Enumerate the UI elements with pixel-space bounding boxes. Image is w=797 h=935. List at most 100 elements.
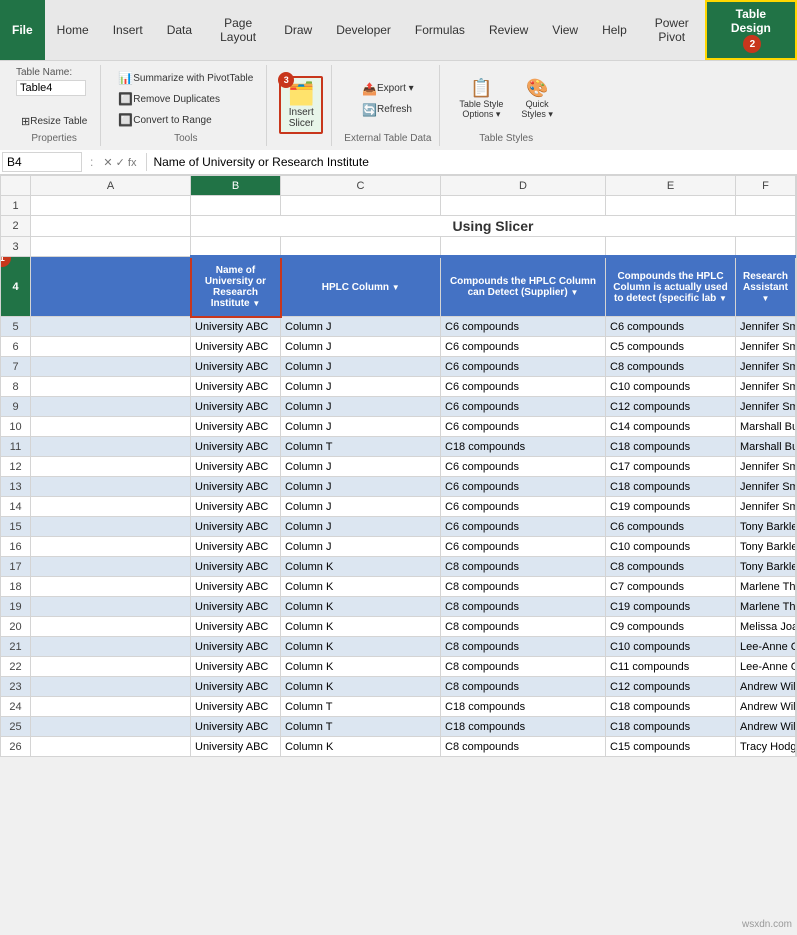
tab-insert[interactable]: Insert [101,0,155,60]
cell-c1[interactable] [281,196,441,216]
row-23[interactable]: 23 [1,677,31,697]
header-compounds-used[interactable]: Compounds the HPLC Column is actually us… [606,257,736,317]
tab-help[interactable]: Help [590,0,639,60]
cell-g3[interactable] [796,237,797,257]
cell-a1[interactable] [31,196,191,216]
cell-g1[interactable] [796,196,797,216]
table-style-options-button[interactable]: 📋 Table StyleOptions ▾ [452,74,510,124]
col-A[interactable]: A [31,176,191,196]
sheet-table: A B C D E F G 1 2 [0,175,797,757]
remove-duplicates-button[interactable]: 🔲 Remove Duplicates [113,89,258,109]
resize-table-button[interactable]: ⊞ Resize Table [16,112,92,131]
insert-slicer-button[interactable]: 🗂️ InsertSlicer 3 [279,76,323,134]
properties-label: Properties [31,133,77,144]
tab-home[interactable]: Home [45,0,101,60]
table-row: 8 University ABCColumn JC6 compoundsC10 … [1,377,797,397]
tab-power-pivot[interactable]: Power Pivot [639,0,705,60]
row-11[interactable]: 11 [1,437,31,457]
formula-bar: : ✕ ✓ fx [0,150,797,175]
table-row: 23 University ABCColumn KC8 compoundsC12… [1,677,797,697]
cell-f1[interactable] [736,196,796,216]
row-16[interactable]: 16 [1,537,31,557]
cell-e1[interactable] [606,196,736,216]
formula-input[interactable] [151,153,795,171]
cell-d3[interactable] [441,237,606,257]
summarize-pivottable-button[interactable]: 📊 Summarize with PivotTable [113,68,258,88]
table-row: 19 University ABCColumn KC8 compoundsC19… [1,597,797,617]
row-24[interactable]: 24 [1,697,31,717]
table-row: 21 University ABCColumn KC8 compoundsC10… [1,637,797,657]
table-row: 26 University ABCColumn KC8 compoundsC15… [1,737,797,757]
row-7[interactable]: 7 [1,357,31,377]
name-box[interactable] [2,152,82,172]
tab-formulas[interactable]: Formulas [403,0,477,60]
row-9[interactable]: 9 [1,397,31,417]
cell-d1[interactable] [441,196,606,216]
row-6[interactable]: 6 [1,337,31,357]
header-compounds-detect[interactable]: Compounds the HPLC Column can Detect (Su… [441,257,606,317]
row-5[interactable]: 5 [1,317,31,337]
tab-review[interactable]: Review [477,0,540,60]
table-header-row: 4 1 Name of University or Research Insti… [1,257,797,317]
row-21[interactable]: 21 [1,637,31,657]
cell-g2[interactable] [796,216,797,237]
row-25[interactable]: 25 [1,717,31,737]
cell-a3[interactable] [31,237,191,257]
cell-a2[interactable] [31,216,191,237]
table-row: 25 University ABCColumn TC18 compoundsC1… [1,717,797,737]
row-26[interactable]: 26 [1,737,31,757]
row-20[interactable]: 20 [1,617,31,637]
tab-data[interactable]: Data [155,0,204,60]
cell-e3[interactable] [606,237,736,257]
tab-draw[interactable]: Draw [272,0,324,60]
refresh-button[interactable]: 🔄 Refresh [357,100,419,120]
cell-f3[interactable] [736,237,796,257]
table-name-input[interactable] [16,80,86,96]
row-17[interactable]: 17 [1,557,31,577]
header-university[interactable]: Name of University or Research Institute… [191,257,281,317]
row-15[interactable]: 15 [1,517,31,537]
tab-table-design[interactable]: Table Design 2 [705,0,797,60]
row-22[interactable]: 22 [1,657,31,677]
table-name-label: Table Name: [16,67,92,78]
row-19[interactable]: 19 [1,597,31,617]
row-13[interactable]: 13 [1,477,31,497]
table-row: 12 University ABCColumn JC6 compoundsC17… [1,457,797,477]
row-14[interactable]: 14 [1,497,31,517]
table-row: 17 University ABCColumn KC8 compoundsC8 … [1,557,797,577]
cell-g4[interactable] [796,257,797,317]
cell-a4[interactable] [31,257,191,317]
row-10[interactable]: 10 [1,417,31,437]
col-F[interactable]: F [736,176,796,196]
row-3[interactable]: 3 [1,237,31,257]
export-button[interactable]: 📤 Export ▾ [357,79,419,99]
col-header-row: A B C D E F G [1,176,797,196]
external-table-data-label: External Table Data [344,133,431,144]
col-C[interactable]: C [281,176,441,196]
row-2[interactable]: 2 [1,216,31,237]
tab-view[interactable]: View [540,0,590,60]
cell-b3[interactable] [191,237,281,257]
row-12[interactable]: 12 [1,457,31,477]
watermark: wsxdn.com [742,919,792,930]
row-1[interactable]: 1 [1,196,31,216]
quick-styles-button[interactable]: 🎨 QuickStyles ▾ [514,74,560,124]
convert-to-range-button[interactable]: 🔲 Convert to Range [113,110,258,130]
tab-file[interactable]: File [0,0,45,60]
col-E[interactable]: E [606,176,736,196]
title-cell[interactable]: Using Slicer [191,216,796,237]
header-research-assistant[interactable]: Research Assistant ▼ [736,257,796,317]
tab-page-layout[interactable]: Page Layout [204,0,272,60]
row-8[interactable]: 8 [1,377,31,397]
cell-b1[interactable] [191,196,281,216]
col-D[interactable]: D [441,176,606,196]
cell-c3[interactable] [281,237,441,257]
col-B[interactable]: B [191,176,281,196]
tab-developer[interactable]: Developer [324,0,403,60]
table-row: 5 University ABCColumn JC6 compoundsC6 c… [1,317,797,337]
row-4[interactable]: 4 1 [1,257,31,317]
header-hplc[interactable]: HPLC Column ▼ [281,257,441,317]
col-G[interactable]: G [796,176,797,196]
external-table-buttons: 📤 Export ▾ 🔄 Refresh [357,79,419,120]
row-18[interactable]: 18 [1,577,31,597]
